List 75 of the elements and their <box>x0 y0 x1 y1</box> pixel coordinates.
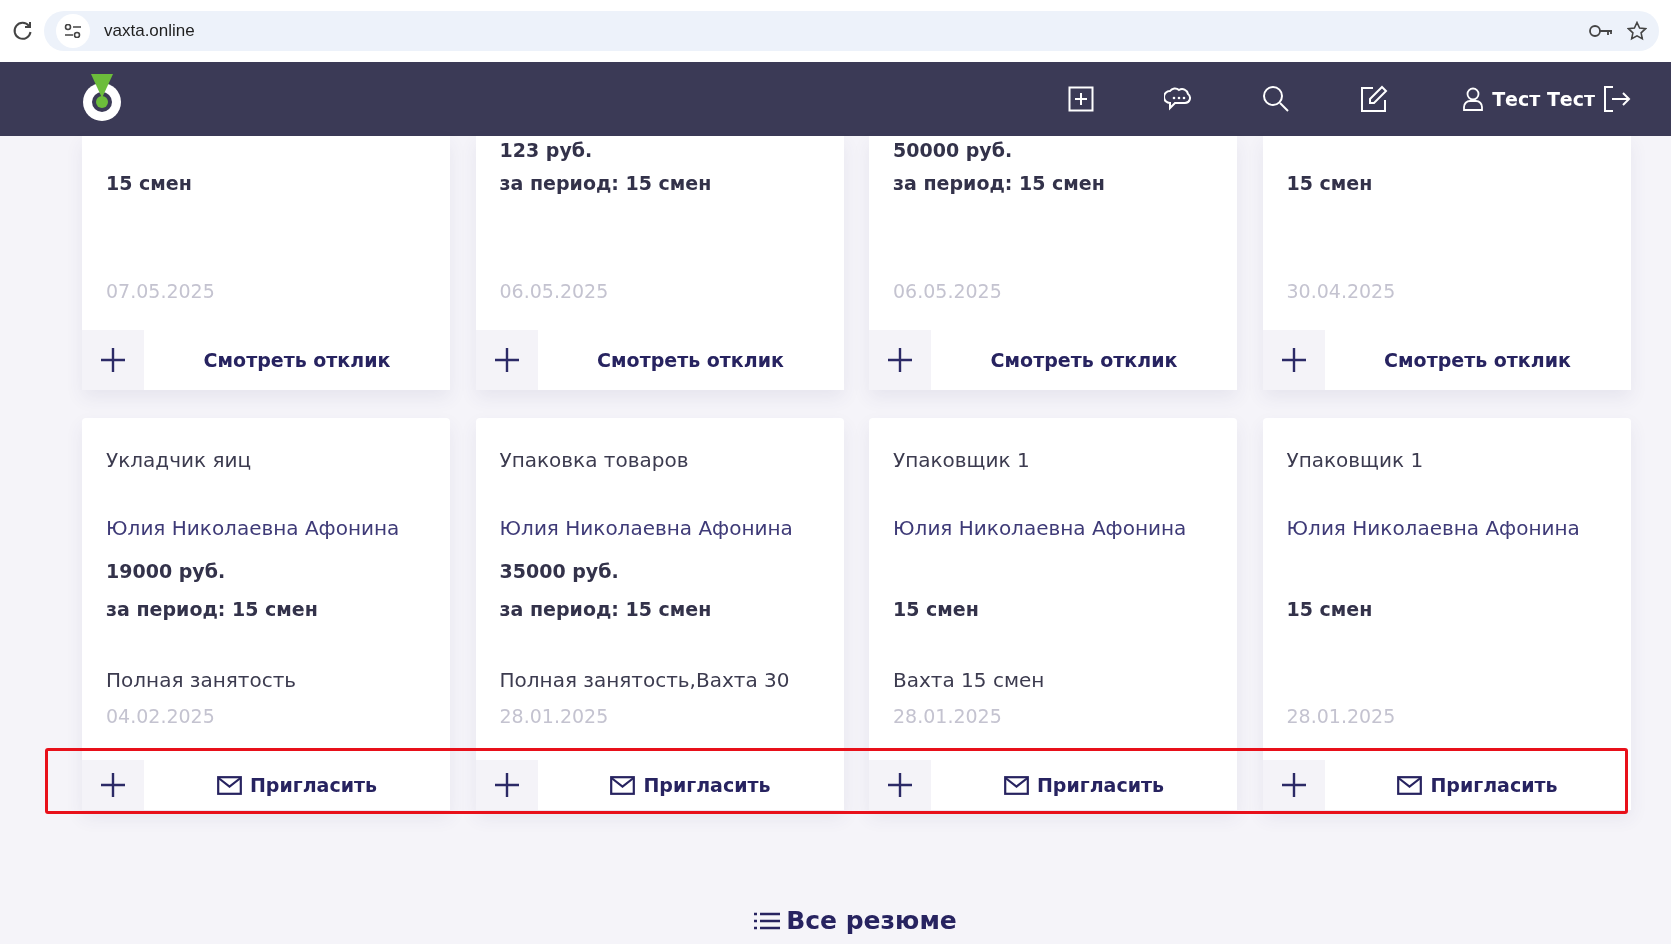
plus-icon <box>493 347 520 373</box>
invite-button[interactable]: Пригласить <box>144 760 450 810</box>
plus-icon <box>1280 347 1307 373</box>
view-response-button[interactable]: Смотреть отклик <box>931 330 1237 390</box>
salary-text: 35000 руб. <box>498 559 620 584</box>
job-title[interactable]: Упаковщик 1 <box>1262 446 1631 474</box>
job-title[interactable]: Упаковщик 1 <box>869 446 1237 474</box>
search-icon[interactable] <box>1262 85 1291 113</box>
job-title[interactable]: Упаковка товаров <box>475 446 844 474</box>
author-name: Юлия Николаевна Афонина <box>1285 515 1581 542</box>
period-text: 15 смен <box>1285 597 1374 622</box>
period-text: 15 смен <box>1285 171 1374 196</box>
logout-icon[interactable] <box>1603 86 1631 112</box>
chat-bubble-icon[interactable] <box>1164 87 1193 111</box>
employment-text: Вахта 15 смен <box>892 667 1046 694</box>
author-name: Юлия Николаевна Афонина <box>105 515 401 542</box>
date-text: 07.05.2025 <box>105 279 216 304</box>
add-button[interactable] <box>475 330 538 390</box>
salary-text: 19000 руб. <box>105 559 227 584</box>
address-bar[interactable]: vaxta.online <box>44 11 1659 51</box>
author-name: Юлия Николаевна Афонина <box>892 515 1188 542</box>
date-text: 06.05.2025 <box>498 279 610 304</box>
period-text: 15 смен <box>892 597 980 622</box>
invite-button[interactable]: Пригласить <box>537 760 844 810</box>
envelope-icon <box>1003 775 1029 795</box>
plus-icon <box>1280 772 1307 798</box>
view-response-button[interactable]: Смотреть отклик <box>1324 330 1631 390</box>
add-button[interactable] <box>82 760 144 810</box>
plus-icon <box>100 772 126 798</box>
salary-text: 123 руб. <box>498 138 594 163</box>
envelope-icon <box>216 775 242 795</box>
star-icon[interactable] <box>1627 21 1647 41</box>
plus-icon <box>887 347 913 373</box>
date-text: 28.01.2025 <box>498 704 610 729</box>
add-square-icon[interactable] <box>1068 86 1095 112</box>
url-text: vaxta.online <box>104 21 196 41</box>
period-text: за период: 15 смен <box>892 171 1106 196</box>
date-text: 28.01.2025 <box>892 704 1003 729</box>
period-text: 15 смен <box>105 171 193 196</box>
invite-button[interactable]: Пригласить <box>1324 760 1631 810</box>
site-settings-icon[interactable] <box>56 14 90 48</box>
add-button[interactable] <box>869 760 931 810</box>
add-button[interactable] <box>1262 330 1325 390</box>
add-button[interactable] <box>82 330 144 390</box>
envelope-icon <box>610 775 636 795</box>
author-name: Юлия Николаевна Афонина <box>498 515 794 542</box>
user-name[interactable]: Тест Тест <box>1492 88 1595 110</box>
envelope-icon <box>1397 775 1423 795</box>
job-title[interactable]: Укладчик яиц <box>82 446 450 474</box>
salary-text: 50000 руб. <box>892 138 1014 163</box>
key-icon[interactable] <box>1589 24 1613 38</box>
date-text: 28.01.2025 <box>1285 704 1397 729</box>
view-response-button[interactable]: Смотреть отклик <box>537 330 844 390</box>
reload-icon[interactable] <box>12 20 34 42</box>
add-button[interactable] <box>475 760 538 810</box>
add-button[interactable] <box>1262 760 1325 810</box>
invite-button[interactable]: Пригласить <box>931 760 1237 810</box>
view-response-button[interactable]: Смотреть отклик <box>144 330 450 390</box>
logo-icon[interactable] <box>80 74 124 124</box>
edit-icon[interactable] <box>1360 85 1389 113</box>
period-text: за период: 15 смен <box>498 597 713 622</box>
list-icon <box>754 911 781 930</box>
plus-icon <box>100 347 126 373</box>
date-text: 06.05.2025 <box>892 279 1003 304</box>
date-text: 30.04.2025 <box>1285 279 1397 304</box>
add-button[interactable] <box>869 330 931 390</box>
period-text: за период: 15 смен <box>105 597 319 622</box>
period-text: за период: 15 смен <box>498 171 713 196</box>
plus-icon <box>493 772 520 798</box>
all-resumes-link[interactable]: Все резюме <box>754 906 957 935</box>
plus-icon <box>887 772 913 798</box>
employment-text: Полная занятость <box>105 667 298 694</box>
date-text: 04.02.2025 <box>105 704 216 729</box>
user-icon[interactable] <box>1462 87 1485 111</box>
employment-text: Полная занятость,Вахта 30 <box>498 667 791 694</box>
